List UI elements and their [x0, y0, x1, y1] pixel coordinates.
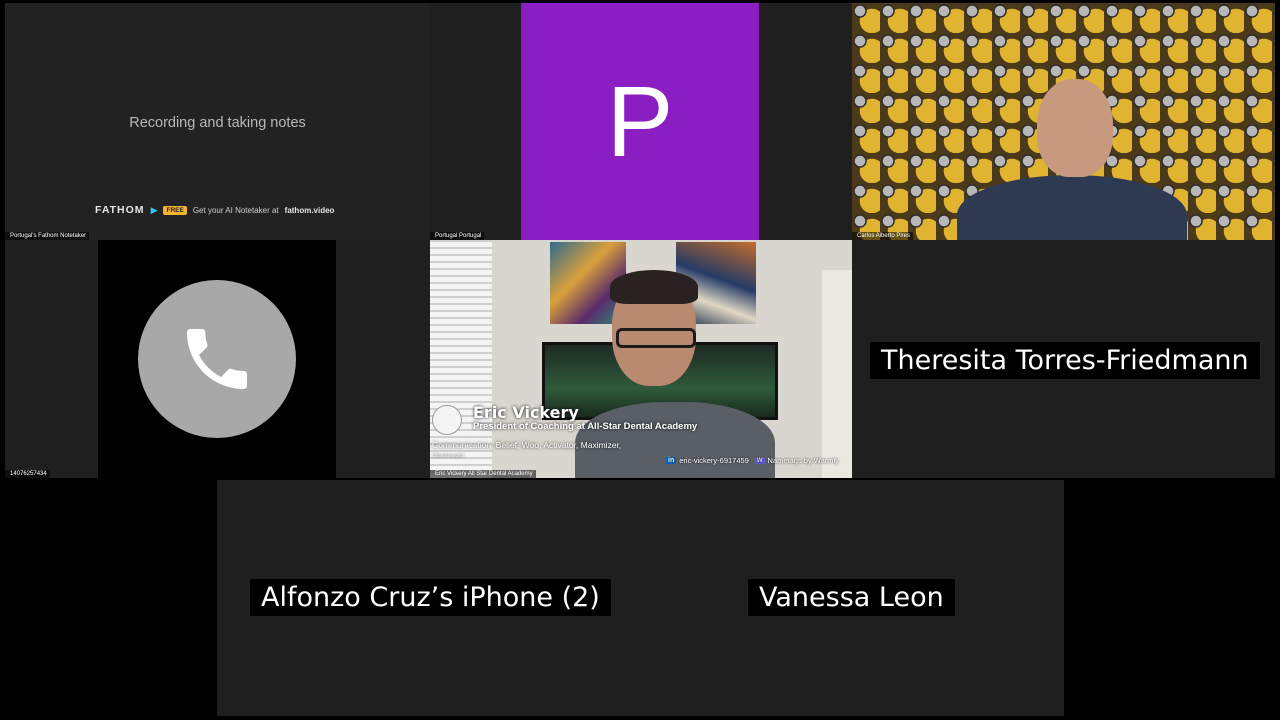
participant-tile-eric[interactable]: Eric Vickery President of Coaching at Al… [430, 240, 852, 478]
free-badge: FREE [163, 205, 187, 215]
background-door [822, 270, 852, 478]
fathom-logo: FATHOM [95, 204, 145, 216]
nametag-branding: Nametags by Warmly [767, 456, 839, 465]
participant-name-label: Portugal Portugal [430, 232, 485, 240]
participant-name-label: Eric Vickery All Star Dental Academy [430, 470, 536, 478]
phone-avatar-frame [98, 240, 336, 478]
participant-tile-portugal[interactable]: P Portugal Portugal [430, 3, 852, 240]
linkedin-handle: eric-vickery-6917459 [679, 456, 749, 465]
phone-icon [187, 329, 247, 389]
video-grid: Recording and taking notes FATHOM ▶ FREE… [0, 0, 1280, 720]
participant-video-hair [610, 270, 698, 304]
avatar: P [521, 3, 759, 240]
fathom-promo-text: Get your AI Notetaker at [192, 205, 279, 215]
participant-name-label: Carlos Alberto Pires [852, 232, 914, 240]
participant-name-badge: Theresita Torres-Friedmann [870, 342, 1260, 379]
nametag-title: President of Coaching at All-Star Dental… [473, 421, 698, 432]
participant-name-label: Portugal's Fathom Notetaker [5, 232, 90, 240]
participant-tile-alfonzo[interactable]: Alfonzo Cruz’s iPhone (2) [217, 480, 639, 716]
recording-status-text: Recording and taking notes [129, 115, 306, 131]
phone-avatar-circle [138, 280, 296, 438]
fathom-promo-bar: FATHOM ▶ FREE Get your AI Notetaker at f… [95, 204, 334, 216]
participant-tile-phone[interactable]: 14076257434 [5, 240, 430, 478]
participant-tile-theresita[interactable]: Theresita Torres-Friedmann [852, 240, 1275, 478]
nametag-strengths-source: CliftonStrengths [432, 453, 465, 458]
warmly-icon: W [754, 457, 765, 464]
nametag-name: Eric Vickery [473, 403, 579, 422]
participant-tile-fathom-notetaker[interactable]: Recording and taking notes FATHOM ▶ FREE… [5, 3, 430, 240]
participant-tile-vanessa[interactable]: Vanessa Leon [639, 480, 1064, 716]
participant-tile-carlos[interactable]: Carlos Alberto Pires [852, 3, 1275, 240]
participant-name-badge: Vanessa Leon [748, 579, 955, 616]
nametag-footer: in eric-vickery-6917459 W Nametags by Wa… [666, 456, 839, 465]
participant-name-badge: Alfonzo Cruz’s iPhone (2) [250, 579, 611, 616]
participant-name-label: 14076257434 [5, 470, 50, 478]
avatar-letter: P [606, 65, 674, 178]
nametag-strengths: Communication, Belief, Woo, Activator, M… [432, 440, 622, 450]
play-icon: ▶ [150, 204, 158, 215]
participant-video-head [1037, 79, 1113, 177]
fathom-promo-link: fathom.video [284, 205, 335, 215]
participant-video-glasses [616, 328, 696, 348]
linkedin-icon: in [666, 457, 677, 464]
nametag-avatar [432, 405, 462, 435]
